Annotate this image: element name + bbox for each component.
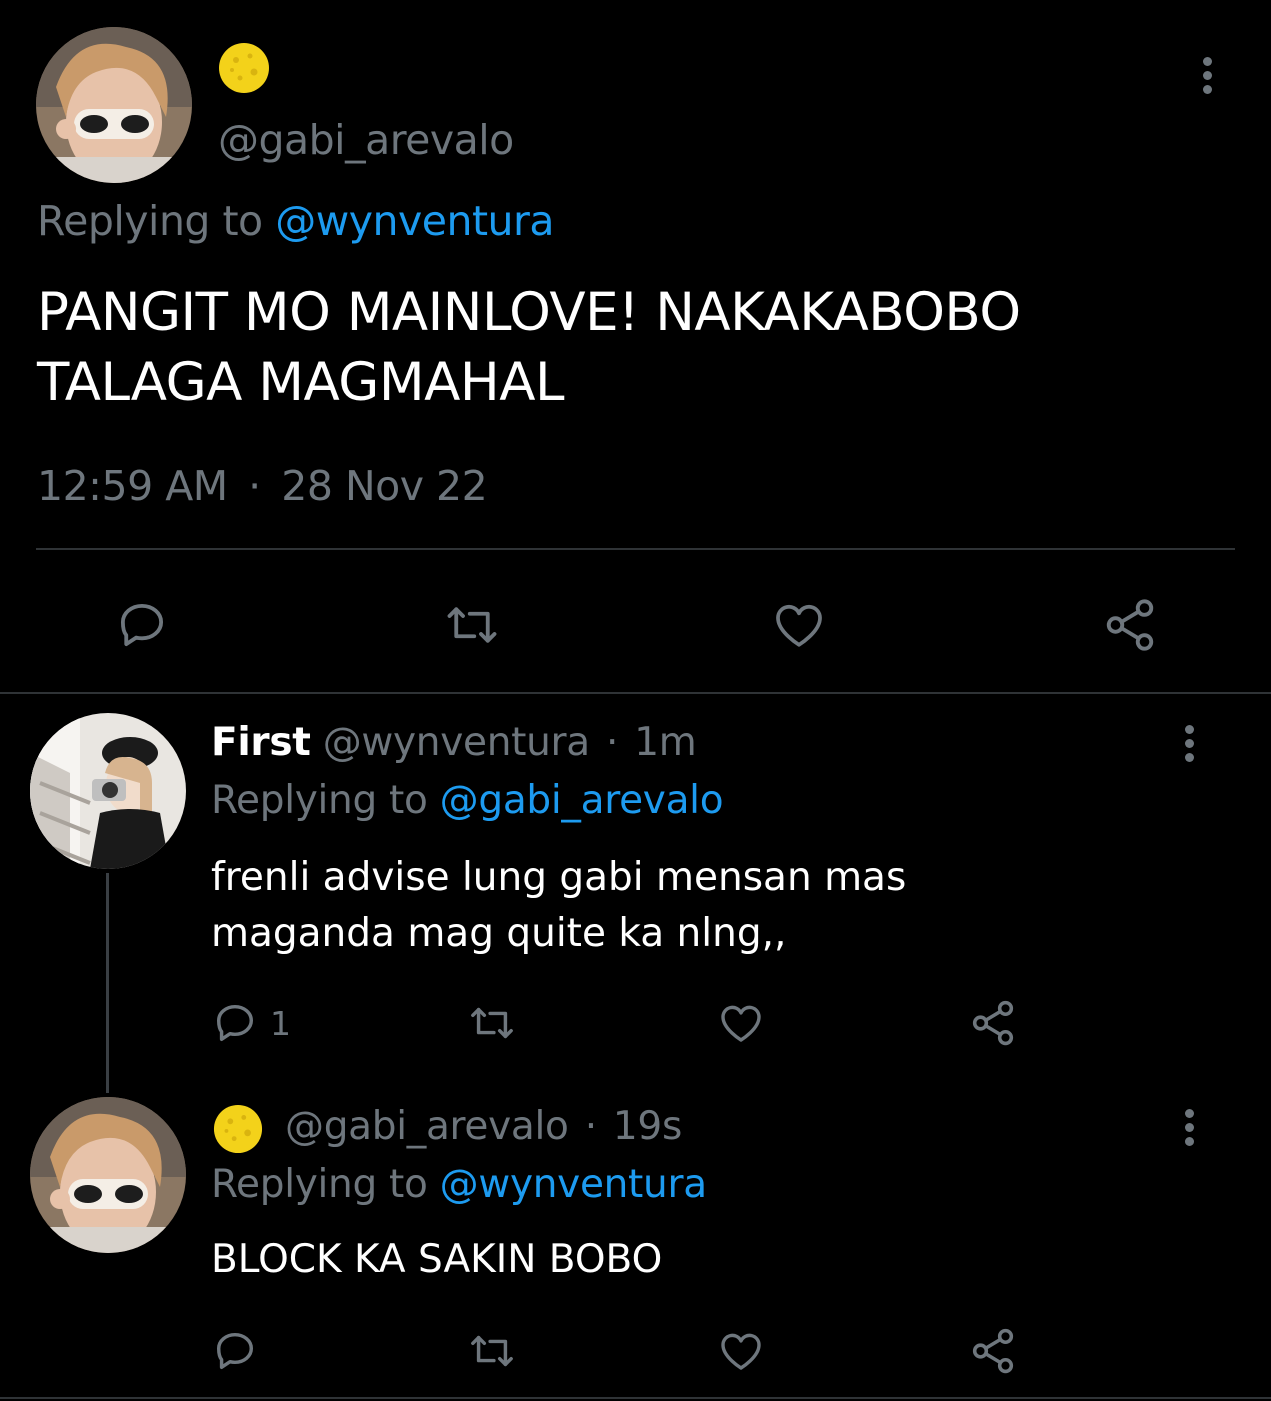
reply2-separator: · <box>584 1104 597 1149</box>
replying-to-label: Replying to <box>37 197 276 245</box>
reply1-reply-button[interactable]: 1 <box>212 1000 291 1046</box>
reply1-display-name[interactable]: First <box>211 720 311 765</box>
reply-icon[interactable] <box>115 598 169 652</box>
timestamp-separator: · <box>248 462 261 510</box>
reply2-like-icon[interactable] <box>716 1327 766 1375</box>
avatar-gabi-arevalo[interactable] <box>36 27 192 183</box>
reply1-share-icon[interactable] <box>967 998 1019 1048</box>
replying-to-line: Replying to @wynventura <box>37 197 554 245</box>
reply1-retweet-icon[interactable] <box>466 1000 518 1046</box>
avatar-gabi-arevalo-reply[interactable] <box>30 1097 186 1253</box>
tweet-date: 28 Nov 22 <box>281 462 488 510</box>
tweet-timestamp: 12:59 AM · 28 Nov 22 <box>37 462 488 510</box>
reply1-text: frenli advise lung gabi mensan mas magan… <box>211 850 906 962</box>
reply1-reply-count: 1 <box>270 1003 291 1043</box>
reply1-replying-to: Replying to @gabi_arevalo <box>211 778 724 823</box>
reply1-text-line-1: frenli advise lung gabi mensan mas <box>211 855 907 900</box>
thread-connector-line <box>106 873 109 1093</box>
reply2-header: @gabi_arevalo · 19s <box>285 1104 682 1149</box>
reply2-replying-to: Replying to @wynventura <box>211 1162 707 1207</box>
avatar-wynventura[interactable] <box>30 713 186 869</box>
reply2-text: BLOCK KA SAKIN BOBO <box>211 1237 663 1282</box>
reply1-reply-icon <box>216 1004 254 1042</box>
divider-top <box>36 548 1235 550</box>
reply1-header: First @wynventura · 1m <box>211 720 697 765</box>
reply2-replying-label: Replying to <box>211 1162 440 1207</box>
reply2-handle[interactable]: @gabi_arevalo <box>285 1104 569 1149</box>
divider-bottom <box>0 1397 1271 1399</box>
replying-to-handle[interactable]: @wynventura <box>275 197 554 245</box>
reply1-handle[interactable]: @wynventura <box>323 720 590 765</box>
reply2-reply-icon[interactable] <box>212 1328 258 1374</box>
reply1-text-line-2: maganda mag quite ka nlng,, <box>211 911 787 956</box>
reply1-separator: · <box>605 720 619 765</box>
divider-section <box>0 692 1271 694</box>
reply2-retweet-icon[interactable] <box>466 1328 518 1374</box>
reply1-replying-label: Replying to <box>211 778 440 823</box>
share-icon[interactable] <box>1100 596 1160 654</box>
tweet-handle[interactable]: @gabi_arevalo <box>218 116 514 164</box>
tweet-time: 12:59 AM <box>37 462 228 510</box>
more-options-icon[interactable] <box>1203 57 1212 99</box>
reply1-like-icon[interactable] <box>716 999 766 1047</box>
reply2-share-icon[interactable] <box>967 1326 1019 1376</box>
reply2-crescent-emoji-icon <box>213 1104 263 1154</box>
tweet-text-line-1: PANGIT MO MAINLOVE! NAKAKABOBO <box>37 282 1021 343</box>
tweet-text: PANGIT MO MAINLOVE! NAKAKABOBO TALAGA MA… <box>37 278 1021 418</box>
reply1-more-options-icon[interactable] <box>1185 725 1194 767</box>
tweet-text-line-2: TALAGA MAGMAHAL <box>37 352 565 413</box>
reply2-replying-handle[interactable]: @wynventura <box>440 1162 707 1207</box>
like-icon[interactable] <box>770 597 828 653</box>
reply2-more-options-icon[interactable] <box>1185 1109 1194 1151</box>
reply1-age: 1m <box>634 720 697 765</box>
reply1-replying-handle[interactable]: @gabi_arevalo <box>440 778 724 823</box>
reply2-age: 19s <box>612 1104 682 1149</box>
crescent-emoji-icon <box>218 42 270 94</box>
retweet-icon[interactable] <box>442 598 502 652</box>
